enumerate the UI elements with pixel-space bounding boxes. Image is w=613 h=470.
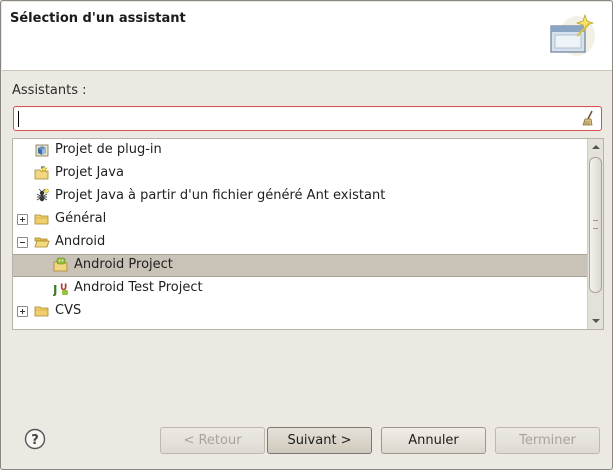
tree-item-label: Android bbox=[55, 234, 106, 249]
tree-item-cvs-folder[interactable]: CVS bbox=[13, 300, 587, 323]
collapse-toggle-icon[interactable] bbox=[17, 237, 28, 248]
plugin-project-icon bbox=[35, 144, 49, 157]
tree-item-label: Projet Java bbox=[55, 165, 124, 180]
tree-item-label: Android Test Project bbox=[74, 280, 203, 295]
tree-vertical-scrollbar[interactable] bbox=[587, 139, 603, 329]
wizard-filter-input[interactable] bbox=[18, 110, 578, 128]
tree-item-android-folder[interactable]: Android bbox=[13, 231, 587, 254]
wizard-header: Sélection d'un assistant bbox=[2, 2, 612, 71]
svg-text:?: ? bbox=[31, 433, 39, 448]
expand-toggle-icon[interactable] bbox=[17, 306, 28, 317]
folder-icon bbox=[34, 326, 50, 330]
tree-item-label: Général bbox=[55, 211, 107, 226]
page-title: Sélection d'un assistant bbox=[10, 11, 186, 26]
ant-project-icon bbox=[36, 188, 49, 202]
folder-icon bbox=[34, 306, 49, 317]
folder-icon bbox=[34, 214, 49, 225]
expand-toggle-icon[interactable] bbox=[17, 214, 28, 225]
svg-text:J: J bbox=[53, 283, 57, 296]
tree-item-android-test-project[interactable]: J U Android Test Project bbox=[13, 277, 587, 300]
android-project-icon bbox=[53, 257, 68, 272]
tree-item-label: Android Project bbox=[74, 257, 173, 272]
tree-item-ant-java-project[interactable]: Projet Java à partir d'un fichier généré… bbox=[13, 185, 587, 208]
wizard-banner-icon bbox=[550, 13, 595, 56]
cancel-button[interactable]: Annuler bbox=[381, 427, 486, 454]
finish-button[interactable]: Terminer bbox=[495, 427, 600, 454]
tree-item-label: Projet Java à partir d'un fichier généré… bbox=[55, 188, 386, 203]
expand-toggle-icon[interactable] bbox=[17, 329, 28, 330]
help-icon[interactable]: ? bbox=[24, 428, 46, 450]
next-button[interactable]: Suivant > bbox=[267, 427, 372, 454]
tree-item-android-project[interactable]: Android Project bbox=[13, 254, 587, 277]
java-project-icon bbox=[34, 165, 49, 180]
scroll-down-arrow-icon[interactable] bbox=[591, 317, 601, 325]
folder-open-icon bbox=[34, 237, 50, 248]
back-button[interactable]: < Retour bbox=[160, 427, 265, 454]
tree-item-general-folder[interactable]: Général bbox=[13, 208, 587, 231]
tree-item-label: CVS bbox=[55, 303, 82, 318]
tree-item-label: Projet de plug-in bbox=[55, 142, 162, 157]
broom-clear-icon[interactable] bbox=[580, 110, 596, 127]
wizards-label: Assistants : bbox=[12, 83, 87, 98]
scroll-thumb[interactable] bbox=[589, 157, 602, 293]
scroll-up-arrow-icon[interactable] bbox=[591, 143, 601, 151]
wizard-tree[interactable]: Projet de plug-in Projet Java Projet Jav… bbox=[12, 138, 604, 330]
tree-item-java-project[interactable]: Projet Java bbox=[13, 162, 587, 185]
wizard-dialog: Sélection d'un assistant Assistants : Pr… bbox=[0, 0, 613, 470]
tree-item-partial[interactable] bbox=[13, 323, 587, 330]
tree-item-plugin-project[interactable]: Projet de plug-in bbox=[13, 139, 587, 162]
wizard-filter-field[interactable] bbox=[13, 106, 602, 131]
android-test-project-icon: J U bbox=[53, 283, 68, 296]
